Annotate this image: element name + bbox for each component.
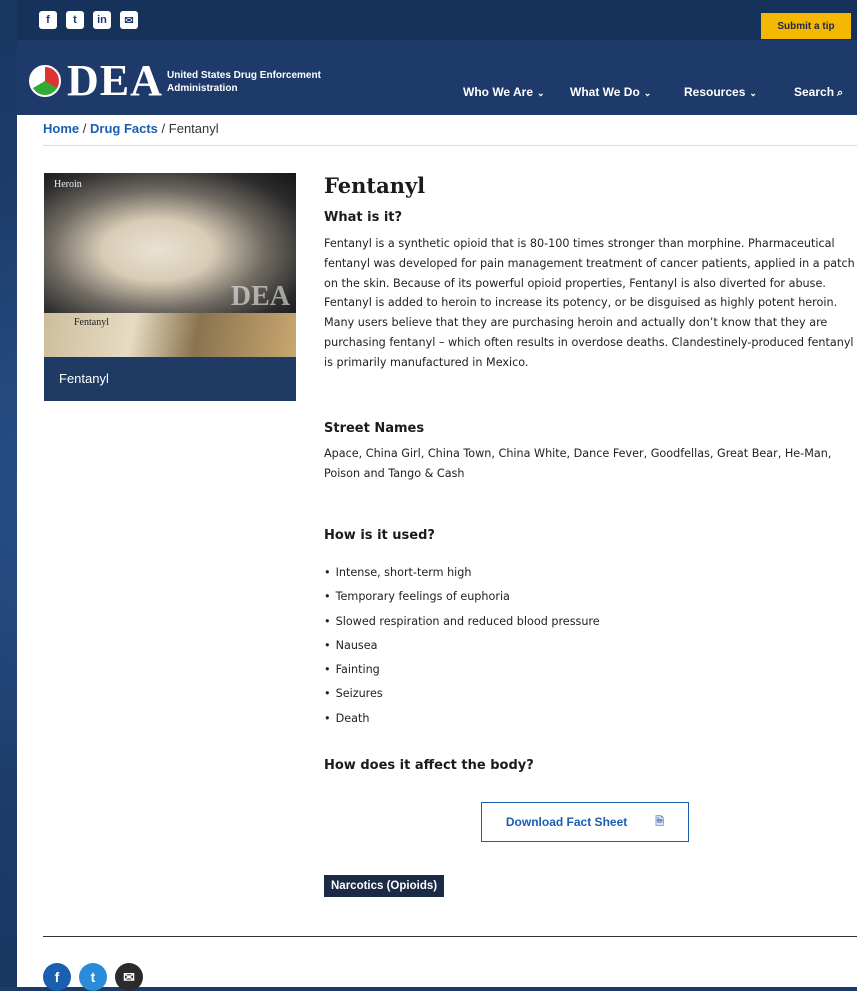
street-names-heading: Street Names <box>324 421 425 436</box>
list-item: Slowed respiration and reduced blood pre… <box>324 610 600 634</box>
effects-list: Intense, short-term high Temporary feeli… <box>324 561 600 731</box>
facebook-icon[interactable]: f <box>39 11 57 29</box>
nav-what-we-do[interactable]: What We Do ⌄ <box>570 85 651 99</box>
content-card: Home / Drug Facts / Fentanyl Heroin DEA … <box>17 115 857 991</box>
dea-seal-icon <box>29 65 61 97</box>
chevron-down-icon: ⌄ <box>643 88 652 98</box>
dea-watermark: DEA <box>230 281 290 312</box>
chevron-down-icon: ⌄ <box>537 88 545 98</box>
list-item: Nausea <box>324 634 600 658</box>
photo-label-fentanyl: Fentanyl <box>74 317 109 328</box>
list-item: Death <box>324 707 600 731</box>
street-names-text: Apace, China Girl, China Town, China Whi… <box>324 447 832 480</box>
submit-tip-button[interactable]: Submit a tip <box>761 13 851 39</box>
site-header: DEA United States Drug Enforcement Admin… <box>17 40 857 115</box>
agency-name: United States Drug Enforcement Administr… <box>167 70 321 94</box>
email-icon[interactable]: ✉ <box>120 11 138 29</box>
linkedin-icon[interactable]: in <box>93 11 111 29</box>
social-links: f t in ✉ <box>39 11 138 29</box>
search-icon: ⌕ <box>837 87 844 99</box>
drug-image: Heroin DEA Fentanyl Fentanyl <box>44 173 296 401</box>
nav-label: Search <box>794 85 835 99</box>
nav-resources[interactable]: Resources ⌄ <box>684 85 757 99</box>
image-caption: Fentanyl <box>44 357 296 401</box>
what-heading: What is it? <box>324 210 403 225</box>
divider <box>43 936 857 937</box>
nav-label: What We Do <box>570 85 640 99</box>
list-item: Seizures <box>324 682 600 706</box>
breadcrumb-separator: / <box>161 121 166 136</box>
twitter-icon[interactable]: t <box>66 11 84 29</box>
breadcrumb-current: Fentanyl <box>168 121 219 136</box>
photo-label-heroin: Heroin <box>54 179 82 190</box>
category-tag[interactable]: Narcotics (Opioids) <box>324 875 445 897</box>
breadcrumb-separator: / <box>82 121 87 136</box>
list-item: Fainting <box>324 658 600 682</box>
nav-who-we-are[interactable]: Who We Are ⌄ <box>463 85 545 99</box>
list-item: Temporary feelings of euphoria <box>324 585 600 609</box>
divider <box>43 145 857 146</box>
breadcrumb-home[interactable]: Home <box>43 121 79 136</box>
breadcrumb-drug-facts[interactable]: Drug Facts <box>90 121 158 136</box>
nav-label: Who We Are <box>463 85 534 99</box>
affect-heading: How does it affect the body? <box>324 758 534 773</box>
site-logo[interactable]: DEA <box>67 55 163 106</box>
download-label: Download Fact Sheet <box>505 815 628 829</box>
nav-search[interactable]: Search ⌕ <box>794 85 843 100</box>
what-text: Fentanyl is a synthetic opioid that is 8… <box>324 237 855 369</box>
download-fact-sheet-button[interactable]: Download Fact Sheet 🗎 <box>481 802 689 842</box>
how-used-heading: How is it used? <box>324 528 435 543</box>
list-item: Intense, short-term high <box>324 561 600 585</box>
chevron-down-icon: ⌄ <box>749 88 757 98</box>
nav-label: Resources <box>684 85 746 99</box>
caption-text: Fentanyl <box>59 371 109 386</box>
top-utility-bar: f t in ✉ Submit a tip <box>17 0 857 40</box>
breadcrumb: Home / Drug Facts / Fentanyl <box>43 121 219 136</box>
document-icon: 🗎 <box>655 815 665 828</box>
page-title: Fentanyl <box>324 173 426 198</box>
